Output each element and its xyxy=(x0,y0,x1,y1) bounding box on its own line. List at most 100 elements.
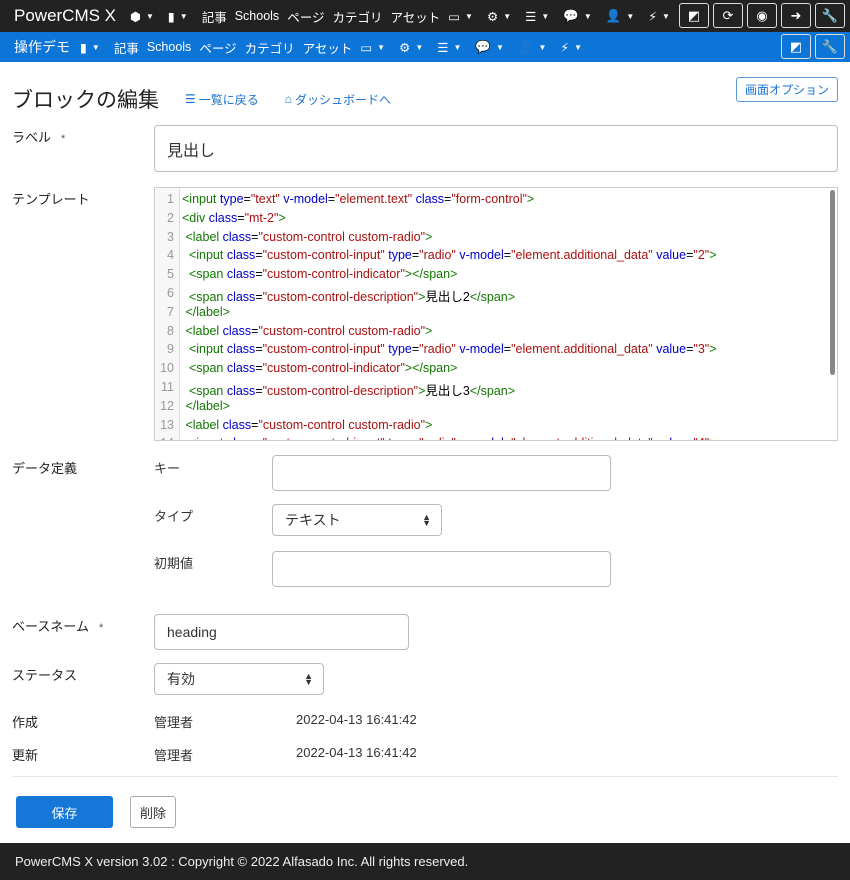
workspace-menu[interactable]: ⬢ ▼ xyxy=(130,9,160,24)
code-line: 6 <span class="custom-control-descriptio… xyxy=(155,286,515,305)
editor-scrollbar[interactable] xyxy=(830,190,835,375)
plugins-menu[interactable]: ⚡ ▼ xyxy=(648,9,676,24)
save-button[interactable]: 保存 xyxy=(16,796,113,828)
caret-down-icon: ▼ xyxy=(541,11,550,21)
code-text: <input class="custom-control-input" type… xyxy=(177,436,717,440)
key-input[interactable] xyxy=(272,455,611,491)
window-menu[interactable]: ▭ ▼ xyxy=(448,9,479,24)
comments-icon: 💬 xyxy=(563,8,579,23)
cube-icon: ⬢ xyxy=(130,9,141,24)
delete-button[interactable]: 削除 xyxy=(130,796,176,828)
window-menu[interactable]: ▭ ▼ xyxy=(360,40,391,55)
status-select[interactable]: 有効 ▲ ▼ xyxy=(154,663,324,695)
type-select[interactable]: テキスト ▲ ▼ xyxy=(272,504,442,536)
default-value-input[interactable] xyxy=(272,551,611,587)
required-icon: * xyxy=(98,622,104,634)
line-number: 2 xyxy=(167,210,174,225)
database-menu[interactable]: ☰ ▼ xyxy=(437,40,467,55)
list-icon: ☰ xyxy=(185,92,196,106)
nav-assets[interactable]: アセット xyxy=(390,7,440,26)
window-icon: ▭ xyxy=(448,9,461,24)
nav-schools[interactable]: Schools xyxy=(147,40,191,54)
basename-input[interactable]: heading xyxy=(154,614,409,650)
caret-down-icon: ▼ xyxy=(453,42,462,52)
updated-by: 管理者 xyxy=(154,748,194,763)
code-line: 8 <label class="custom-control custom-ra… xyxy=(155,324,432,343)
line-number: 5 xyxy=(167,267,174,282)
caret-down-icon: ▼ xyxy=(574,42,583,52)
nav-schools[interactable]: Schools xyxy=(235,9,279,23)
brand-logo[interactable]: PowerCMS X xyxy=(14,6,116,26)
rebuild-button[interactable]: ⟳ xyxy=(713,3,743,28)
code-text: <span class="custom-control-indicator"><… xyxy=(182,361,458,376)
comments-menu[interactable]: 💬 ▼ xyxy=(563,9,598,24)
nav-categories[interactable]: カテゴリ xyxy=(332,7,382,26)
caret-down-icon: ▼ xyxy=(415,42,424,52)
created-at: 2022-04-13 16:41:42 xyxy=(296,712,417,727)
bookmark-menu[interactable]: ▮ ▼ xyxy=(168,9,194,24)
database-menu[interactable]: ☰ ▼ xyxy=(525,9,555,24)
template-code-editor[interactable]: 1 <input type="text" v-model="element.tex… xyxy=(154,187,838,441)
status-label: ステータス xyxy=(12,668,78,683)
code-line: 14 <input class="custom-control-input" t… xyxy=(155,436,717,440)
user-plus-icon: 👤 xyxy=(517,39,534,54)
back-to-list-link[interactable]: ☰ 一覧に戻る xyxy=(185,91,259,108)
workspace-name[interactable]: 操作デモ xyxy=(14,37,70,57)
template-label: テンプレート xyxy=(12,192,90,207)
code-text: <label class="custom-control custom-radi… xyxy=(182,417,433,432)
system-settings-button[interactable]: 🔧 xyxy=(815,3,845,28)
settings-menu[interactable]: ⚙ ▼ xyxy=(399,40,429,55)
data-definition-label: データ定義 xyxy=(12,461,78,476)
caret-down-icon: ▼ xyxy=(583,11,592,21)
nav-pages[interactable]: ページ xyxy=(287,7,324,26)
code-line: 13 <label class="custom-control custom-r… xyxy=(155,418,432,437)
users-menu[interactable]: 👤 ▼ xyxy=(606,9,641,24)
wrench-icon: 🔧 xyxy=(821,38,839,54)
code-line: 4 <input class="custom-control-input" ty… xyxy=(155,248,716,267)
top-navbar: PowerCMS X ⬢ ▼ ▮ ▼ 記事 Schools ページ カテゴリ アセッ… xyxy=(0,0,850,32)
comments-menu[interactable]: 💬 ▼ xyxy=(475,40,510,55)
code-line: 10 <span class="custom-control-indicator… xyxy=(155,361,457,380)
line-number: 10 xyxy=(160,361,174,376)
caret-down-icon: ▼ xyxy=(465,11,473,21)
nav-categories[interactable]: カテゴリ xyxy=(245,38,295,57)
code-line: 5 <span class="custom-control-indicator"… xyxy=(155,267,457,286)
logout-button[interactable]: ➜ xyxy=(781,3,811,28)
window-icon: ▭ xyxy=(360,40,373,55)
comments-icon: 💬 xyxy=(475,39,491,54)
label-input[interactable]: 見出し xyxy=(154,125,838,172)
code-text: <label class="custom-control custom-radi… xyxy=(182,323,433,338)
view-site-button[interactable]: ◩ xyxy=(781,34,811,59)
line-number: 7 xyxy=(167,304,174,319)
nav-pages[interactable]: ページ xyxy=(199,38,236,57)
code-line: 11 <span class="custom-control-descripti… xyxy=(155,380,515,399)
users-menu[interactable]: 👤 ▼ xyxy=(518,40,553,55)
dashboard-label: ダッシュボードへ xyxy=(295,92,392,107)
code-line: 3 <label class="custom-control custom-ra… xyxy=(155,230,432,249)
view-site-button[interactable]: ◩ xyxy=(679,3,709,28)
nav-assets[interactable]: アセット xyxy=(303,38,353,57)
code-text: <span class="custom-control-indicator"><… xyxy=(182,267,458,282)
nav-entries[interactable]: 記事 xyxy=(114,38,139,57)
plugins-menu[interactable]: ⚡ ▼ xyxy=(560,40,588,55)
line-number: 9 xyxy=(167,342,174,357)
workspace-settings-button[interactable]: 🔧 xyxy=(815,34,845,59)
screen-options-button[interactable]: 画面オプション xyxy=(735,77,838,102)
divider xyxy=(12,776,838,777)
database-icon: ☰ xyxy=(525,9,537,24)
copyright-text: PowerCMS X version 3.02 : Copyright © 20… xyxy=(15,854,469,869)
code-line: 9 <input class="custom-control-input" ty… xyxy=(155,342,716,361)
dashboard-link[interactable]: ⌂ ダッシュボードへ xyxy=(285,91,391,108)
settings-menu[interactable]: ⚙ ▼ xyxy=(487,9,517,24)
profile-button[interactable]: ◉ xyxy=(747,3,777,28)
updated-label: 更新 xyxy=(12,748,39,763)
line-number: 14 xyxy=(155,436,177,440)
line-number: 3 xyxy=(167,229,174,244)
code-text: </label> xyxy=(182,304,230,319)
line-number: 12 xyxy=(160,398,174,413)
code-line: 12 </label> xyxy=(155,399,230,418)
bookmark-menu[interactable]: ▮ ▼ xyxy=(80,40,106,55)
nav-entries[interactable]: 記事 xyxy=(202,7,227,26)
code-line: 2 <div class="mt-2"> xyxy=(155,211,286,230)
select-arrows-icon: ▲ ▼ xyxy=(422,512,431,528)
